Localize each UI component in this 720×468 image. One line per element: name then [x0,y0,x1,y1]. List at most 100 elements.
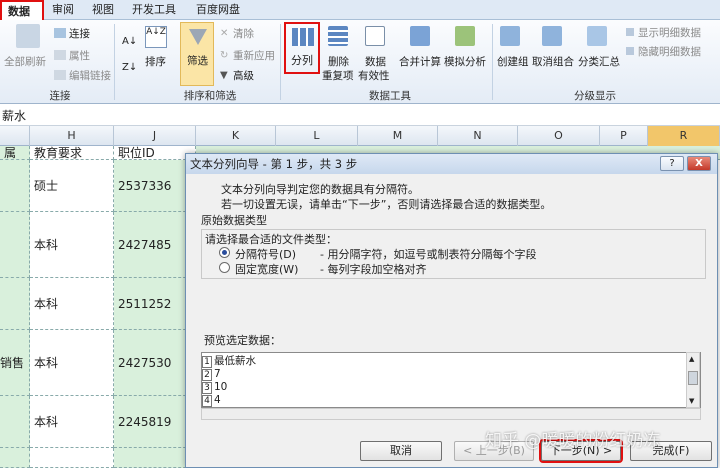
help-button[interactable]: ? [660,156,684,171]
what-if-analysis-button[interactable]: 模拟分析 [444,54,486,69]
connections-button[interactable]: 连接 [69,26,90,41]
formula-bar[interactable]: 薪水 [0,104,720,126]
data-validation-label-2: 有效性 [358,70,390,82]
sort-dialog-icon: A↓Z [145,26,167,48]
radio-delimited-label[interactable]: 分隔符号(D) [235,246,296,262]
tab-review[interactable]: 审阅 [46,0,80,20]
cell[interactable] [114,448,196,468]
preview-row-value: 7 [214,368,221,380]
properties-icon [54,50,66,60]
column-header-r[interactable]: R [648,126,720,146]
hide-detail-icon [626,47,634,55]
subtotal-button[interactable]: 分类汇总 [578,54,620,69]
cell[interactable]: 本科 [30,396,114,448]
clear-button[interactable]: 清除 [233,26,254,41]
cell[interactable]: 2427530 [114,330,196,396]
scroll-up-icon[interactable]: ▲ [689,355,697,363]
advanced-filter-button[interactable]: 高级 [233,68,254,83]
clear-icon: ✕ [220,28,229,39]
cell[interactable]: 本科 [30,278,114,330]
filter-button[interactable]: 筛选 [180,22,214,86]
preview-row-value: 最低薪水 [214,355,256,367]
tab-data[interactable]: 数据 [0,0,44,20]
preview-row-number: 1 [202,356,212,368]
group-label-connections: 连接 [49,90,71,102]
ribbon: 全部刷新 连接 属性 编辑链接 连接 A↓ Z↓ A↓Z 排序 筛选 ✕ 清除 … [0,20,720,104]
cell[interactable]: 销售 [0,330,30,396]
preview-label: 预览选定数据： [204,334,281,347]
data-validation-button[interactable]: 数据 [365,54,386,69]
column-headers: H J K L M N O P R [0,126,720,146]
scroll-thumb[interactable] [688,371,698,385]
group-label-sort-filter: 排序和筛选 [183,90,237,102]
show-detail-button[interactable]: 显示明细数据 [638,25,701,40]
properties-button[interactable]: 属性 [69,48,90,63]
dialog-message-1: 文本分列向导判定您的数据具有分隔符。 [221,183,419,196]
cell[interactable]: 职位ID [114,146,196,160]
data-validation-icon [365,26,385,46]
column-header-n[interactable]: N [438,126,518,146]
cell[interactable] [0,212,30,278]
cell[interactable]: 本科 [30,330,114,396]
column-header-p[interactable]: P [600,126,648,146]
cell[interactable]: 2427485 [114,212,196,278]
dialog-message-2: 若一切设置无误，请单击“下一步”，否则请选择最合适的数据类型。 [221,198,552,211]
sort-asc-icon[interactable]: A↓ [122,34,137,50]
group-icon [500,26,520,46]
radio-fixed-width[interactable] [219,262,230,273]
cell[interactable] [0,160,30,212]
file-type-prompt: 请选择最合适的文件类型： [205,233,337,246]
cell[interactable]: 2511252 [114,278,196,330]
cell[interactable] [0,396,30,448]
consolidate-button[interactable]: 合并计算 [399,54,441,69]
column-header-h[interactable]: H [30,126,114,146]
sort-desc-icon[interactable]: Z↓ [122,60,137,76]
column-header-o[interactable]: O [518,126,600,146]
scroll-down-icon[interactable]: ▼ [689,397,697,405]
cell[interactable]: 本科 [30,212,114,278]
radio-delimited[interactable] [219,247,230,258]
cell[interactable]: 2537336 [114,160,196,212]
column-header-l[interactable]: L [276,126,358,146]
sort-button[interactable]: 排序 [145,54,166,69]
dialog-title-bar[interactable]: 文本分列向导 - 第 1 步，共 3 步 ? X [186,154,717,174]
text-to-columns-button[interactable]: 分列 [284,22,320,74]
radio-fixed-width-label[interactable]: 固定宽度(W) [235,261,298,277]
tab-view[interactable]: 视图 [86,0,120,20]
group-label-data-tools: 数据工具 [369,90,411,102]
edit-links-button[interactable]: 编辑链接 [69,68,111,83]
preview-vertical-scrollbar[interactable]: ▲ ▼ [686,352,700,408]
radio-fixed-width-desc: - 每列字段加空格对齐 [320,263,427,276]
close-button[interactable]: X [687,156,711,171]
cell[interactable]: 2245819 [114,396,196,448]
remove-duplicates-label-2: 重复项 [322,70,354,82]
cancel-button[interactable]: 取消 [360,441,442,461]
column-header-j[interactable]: J [114,126,196,146]
cell[interactable] [0,448,30,468]
column-header-m[interactable]: M [358,126,438,146]
preview-row-number: 4 [202,395,212,407]
tab-baidu-netdisk[interactable]: 百度网盘 [190,0,246,20]
what-if-analysis-icon [455,26,475,46]
cell[interactable] [30,448,114,468]
data-preview[interactable]: 1 最低薪水 27 3 10 44 [201,352,701,408]
reapply-button[interactable]: 重新应用 [233,48,275,63]
preview-horizontal-scrollbar[interactable] [201,408,701,420]
remove-duplicates-button[interactable]: 删除 [328,54,349,69]
preview-row: 3 10 [202,381,227,394]
column-header-k[interactable]: K [196,126,276,146]
refresh-all-icon [16,24,40,48]
refresh-all-button[interactable]: 全部刷新 [4,54,46,69]
hide-detail-button[interactable]: 隐藏明细数据 [638,44,701,59]
text-to-columns-dialog: 文本分列向导 - 第 1 步，共 3 步 ? X 文本分列向导判定您的数据具有分… [185,153,718,468]
file-type-group: 请选择最合适的文件类型： 分隔符号(D) - 用分隔字符，如逗号或制表符分隔每个… [201,229,706,279]
tab-developer[interactable]: 开发工具 [126,0,182,20]
column-header-g[interactable] [0,126,30,146]
cell[interactable]: 教育要求 [30,146,114,160]
cell[interactable]: 硕士 [30,160,114,212]
ungroup-button[interactable]: 取消组合 [532,54,574,69]
group-divider [114,24,115,100]
cell[interactable] [0,278,30,330]
cell[interactable]: 属 [0,146,30,160]
group-button[interactable]: 创建组 [497,54,529,69]
